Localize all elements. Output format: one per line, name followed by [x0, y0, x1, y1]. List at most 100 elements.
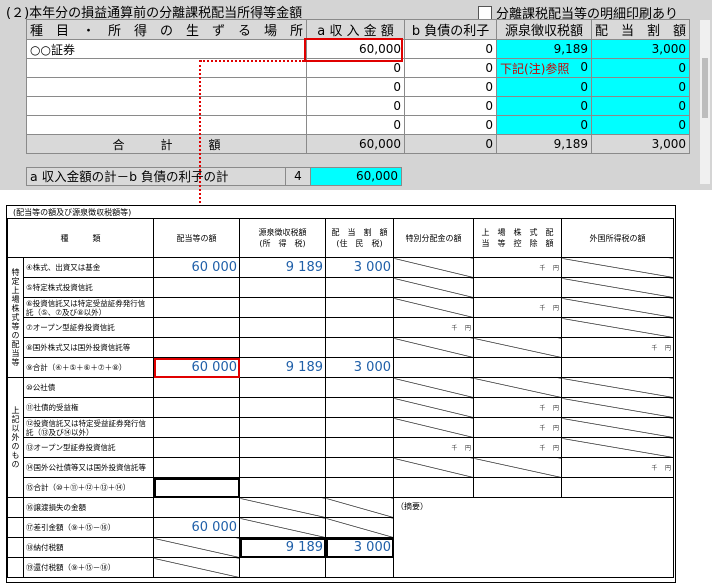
- amount-cell[interactable]: [153, 337, 240, 358]
- res-cell[interactable]: [325, 397, 394, 418]
- tax-cell[interactable]: [239, 317, 326, 338]
- tax-cell[interactable]: [239, 397, 326, 418]
- res-cell[interactable]: [325, 437, 394, 458]
- allotment-field[interactable]: 0: [591, 115, 691, 135]
- tax-cell[interactable]: [239, 337, 326, 358]
- interest-field[interactable]: 0: [404, 39, 498, 59]
- amount-cell[interactable]: [153, 277, 240, 298]
- deduct-cell[interactable]: 千 円: [473, 437, 562, 458]
- tax-cell[interactable]: [239, 417, 326, 438]
- tax-cell[interactable]: [239, 277, 326, 298]
- amount-cell[interactable]: [153, 477, 240, 498]
- res-cell[interactable]: 3 000: [325, 537, 394, 558]
- foreign-cell[interactable]: 千 円: [561, 337, 674, 358]
- res-cell[interactable]: 3 000: [325, 257, 394, 278]
- scrollbar-thumb[interactable]: [702, 58, 708, 118]
- tax-cell[interactable]: 9 189: [239, 537, 326, 558]
- withheld-field[interactable]: 0: [496, 77, 593, 97]
- res-cell[interactable]: [325, 277, 394, 298]
- withheld-field[interactable]: 0: [496, 96, 593, 116]
- foreign-cell[interactable]: [561, 357, 674, 378]
- tax-cell[interactable]: [239, 477, 326, 498]
- tax-cell[interactable]: [239, 297, 326, 318]
- allotment-field[interactable]: 0: [591, 96, 691, 116]
- remarks-area[interactable]: （摘要）: [393, 497, 674, 578]
- deduct-cell[interactable]: [473, 277, 562, 298]
- total-withheld: 9,189: [496, 134, 593, 154]
- res-cell[interactable]: [325, 457, 394, 478]
- amount-cell[interactable]: 60 000: [153, 257, 240, 278]
- special-cell[interactable]: 千 円: [393, 317, 474, 338]
- allotment-field[interactable]: 3,000: [591, 39, 691, 59]
- amount-cell[interactable]: [153, 377, 240, 398]
- deduct-cell[interactable]: 千 円: [473, 417, 562, 438]
- row-label: ⑱納付税額: [23, 537, 154, 558]
- income-field[interactable]: 0: [306, 77, 406, 97]
- income-field[interactable]: 0: [306, 96, 406, 116]
- allotment-field[interactable]: 0: [591, 58, 691, 78]
- interest-field[interactable]: 0: [404, 58, 498, 78]
- foreign-cell[interactable]: 千 円: [561, 457, 674, 478]
- tax-cell[interactable]: 9 189: [239, 357, 326, 378]
- res-cell[interactable]: [325, 377, 394, 398]
- row-label: ⑫投資信託又は特定受益証券発行信託（⑬及び⑭以外）: [23, 417, 154, 438]
- total-interest: 0: [404, 134, 498, 154]
- deduct-cell[interactable]: 千 円: [473, 297, 562, 318]
- print-detail-checkbox[interactable]: [478, 5, 492, 20]
- res-cell[interactable]: [325, 557, 394, 578]
- res-cell[interactable]: [325, 477, 394, 498]
- row-label: ⑤特定株式投資信託: [23, 277, 154, 298]
- form-row: 特定上場株式等の配当等 ④株式、出資又は基金 60 000 9 189 3 00…: [7, 257, 674, 378]
- amount-cell[interactable]: [153, 437, 240, 458]
- dividend-form: (配当等の額及び源泉徴収税額等) 種 類 配当等の額 源泉徴収税額 (所 得 税…: [6, 205, 676, 583]
- form-row: 上記以外のもの ⑩公社債: [7, 377, 674, 498]
- withheld-field[interactable]: 9,189: [496, 39, 593, 59]
- tax-cell[interactable]: [239, 457, 326, 478]
- special-cell[interactable]: 千 円: [393, 437, 474, 458]
- amount-cell[interactable]: [153, 397, 240, 418]
- interest-field[interactable]: 0: [404, 96, 498, 116]
- amount-cell[interactable]: [153, 457, 240, 478]
- row-label: ⑲還付税額（⑨＋⑮－⑱）: [23, 557, 154, 578]
- source-field[interactable]: [25, 77, 308, 97]
- deduct-cell[interactable]: [473, 317, 562, 338]
- amount-total-cell[interactable]: 60 000: [153, 357, 240, 378]
- source-field[interactable]: [25, 115, 308, 135]
- withheld-field[interactable]: 0: [496, 115, 593, 135]
- deduct-cell[interactable]: 千 円: [473, 257, 562, 278]
- special-cell: [393, 457, 474, 478]
- res-cell[interactable]: 3 000: [325, 357, 394, 378]
- interest-field[interactable]: 0: [404, 77, 498, 97]
- special-cell[interactable]: [393, 357, 474, 378]
- foreign-cell: [561, 397, 674, 418]
- res-cell[interactable]: [325, 317, 394, 338]
- income-field[interactable]: 0: [306, 115, 406, 135]
- res-cell[interactable]: [325, 297, 394, 318]
- special-cell[interactable]: [393, 477, 474, 498]
- amount-cell[interactable]: [153, 497, 240, 518]
- source-field[interactable]: [25, 96, 308, 116]
- special-cell: [393, 297, 474, 318]
- res-cell[interactable]: [325, 417, 394, 438]
- amount-cell[interactable]: 60 000: [153, 517, 240, 538]
- amount-cell[interactable]: [153, 297, 240, 318]
- amount-cell[interactable]: [153, 417, 240, 438]
- deduct-cell[interactable]: [473, 477, 562, 498]
- source-field[interactable]: ○○証券: [25, 39, 308, 59]
- tax-cell[interactable]: [239, 377, 326, 398]
- deduct-cell[interactable]: [473, 357, 562, 378]
- form-table: 種 類 配当等の額 源泉徴収税額 (所 得 税) 配 当 割 額 (住 民 税)…: [7, 218, 674, 578]
- deduct-cell: [473, 457, 562, 478]
- tax-cell[interactable]: 9 189: [239, 257, 326, 278]
- amount-cell[interactable]: [153, 317, 240, 338]
- deduct-cell[interactable]: 千 円: [473, 397, 562, 418]
- foreign-cell[interactable]: [561, 477, 674, 498]
- withheld-field[interactable]: 下記(注)参照 0: [496, 58, 593, 78]
- highlight-income: [304, 38, 403, 62]
- interest-field[interactable]: 0: [404, 115, 498, 135]
- res-cell[interactable]: [325, 337, 394, 358]
- tax-cell[interactable]: [239, 557, 326, 578]
- note-text: 下記(注)参照: [500, 61, 570, 76]
- tax-cell[interactable]: [239, 437, 326, 458]
- allotment-field[interactable]: 0: [591, 77, 691, 97]
